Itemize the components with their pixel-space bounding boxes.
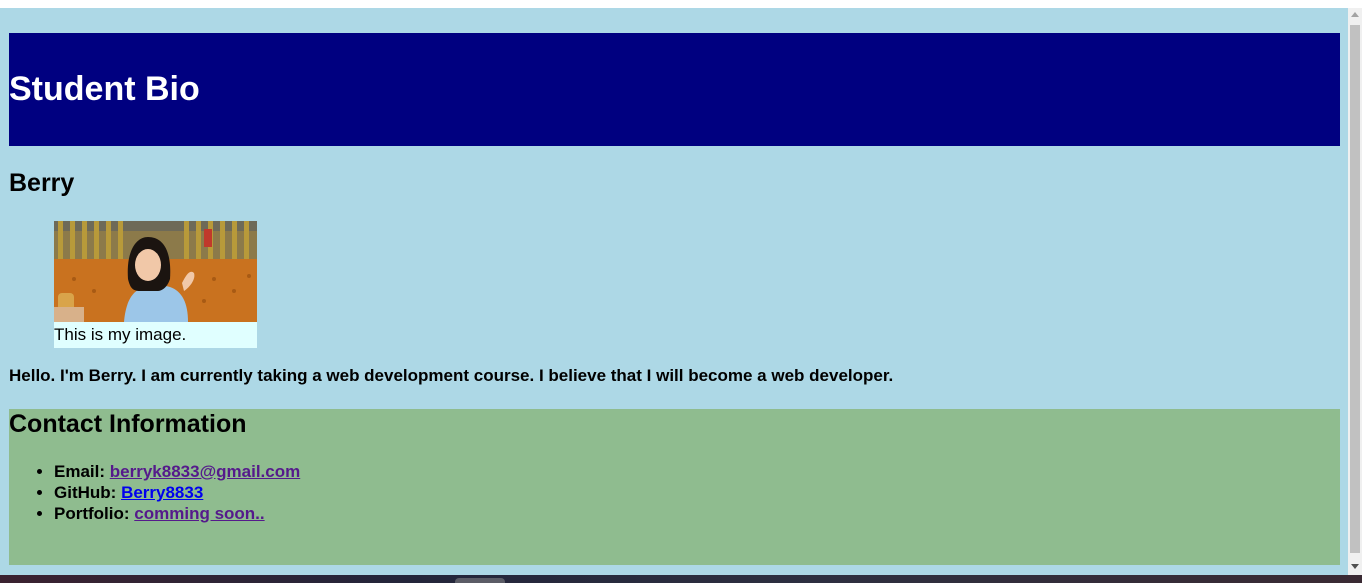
profile-photo-image [54, 221, 257, 322]
page-body: Student Bio Berry This is my image. Hell… [0, 8, 1348, 575]
bio-text: Hello. I'm Berry. I am currently taking … [9, 366, 894, 385]
scrollbar-thumb[interactable] [1350, 25, 1360, 553]
email-link[interactable]: berryk8833@gmail.com [110, 462, 300, 481]
contact-item-portfolio: Portfolio: comming soon.. [54, 503, 300, 524]
top-strip [0, 0, 1348, 8]
contact-section: Contact Information Email: berryk8833@gm… [9, 409, 1340, 565]
contact-heading: Contact Information [9, 410, 247, 438]
email-label: Email: [54, 462, 106, 481]
contact-list: Email: berryk8833@gmail.com GitHub: Berr… [9, 461, 300, 524]
vertical-scrollbar[interactable] [1348, 8, 1362, 575]
github-label: GitHub: [54, 483, 117, 502]
taskbar-pill[interactable] [455, 578, 505, 583]
profile-figure: This is my image. [54, 221, 257, 348]
image-caption: This is my image. [54, 325, 187, 344]
scroll-down-arrow-icon[interactable] [1351, 564, 1359, 569]
page-title: Student Bio [9, 70, 200, 108]
page-header: Student Bio [9, 33, 1340, 146]
portfolio-label: Portfolio: [54, 504, 130, 523]
github-link[interactable]: Berry8833 [121, 483, 203, 502]
portfolio-link[interactable]: comming soon.. [134, 504, 264, 523]
student-name: Berry [9, 169, 75, 197]
contact-item-email: Email: berryk8833@gmail.com [54, 461, 300, 482]
os-taskbar [0, 575, 1362, 583]
scroll-up-arrow-icon[interactable] [1351, 12, 1359, 17]
browser-viewport: Student Bio Berry This is my image. Hell… [0, 0, 1362, 583]
profile-photo [54, 221, 257, 322]
contact-item-github: GitHub: Berry8833 [54, 482, 300, 503]
